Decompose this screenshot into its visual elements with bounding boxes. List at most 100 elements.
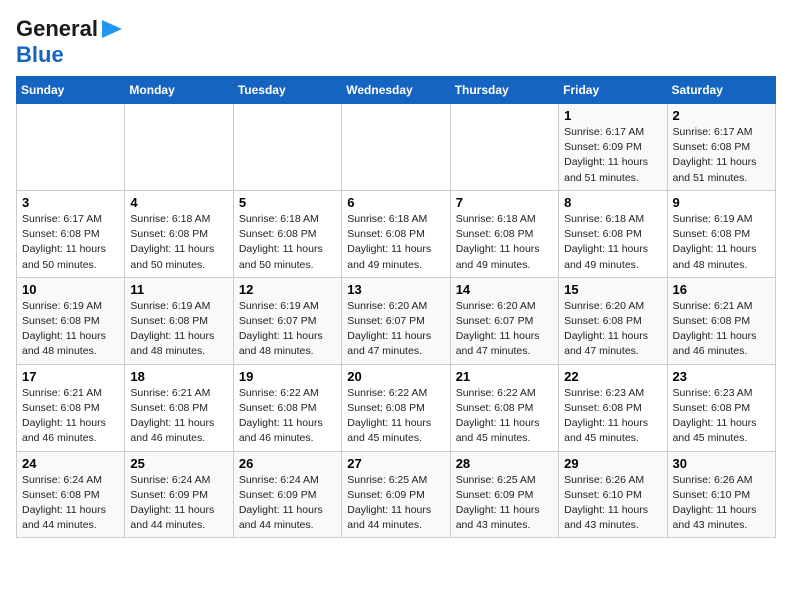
day-number: 3 (22, 195, 119, 210)
calendar-day-24: 24 Sunrise: 6:24 AMSunset: 6:08 PMDayligh… (17, 451, 125, 538)
day-number: 12 (239, 282, 336, 297)
day-number: 20 (347, 369, 444, 384)
day-number: 7 (456, 195, 553, 210)
calendar-table: SundayMondayTuesdayWednesdayThursdayFrid… (16, 76, 776, 538)
calendar-day-empty (450, 104, 558, 191)
day-info: Sunrise: 6:17 AMSunset: 6:08 PMDaylight:… (22, 212, 119, 273)
day-info: Sunrise: 6:25 AMSunset: 6:09 PMDaylight:… (456, 473, 553, 534)
day-number: 16 (673, 282, 770, 297)
day-info: Sunrise: 6:18 AMSunset: 6:08 PMDaylight:… (130, 212, 227, 273)
day-info: Sunrise: 6:17 AMSunset: 6:08 PMDaylight:… (673, 125, 770, 186)
weekday-header-tuesday: Tuesday (233, 77, 341, 104)
calendar-week-row: 17 Sunrise: 6:21 AMSunset: 6:08 PMDayligh… (17, 364, 776, 451)
calendar-day-empty (17, 104, 125, 191)
logo-blue: Blue (16, 42, 64, 67)
calendar-day-21: 21 Sunrise: 6:22 AMSunset: 6:08 PMDayligh… (450, 364, 558, 451)
calendar-day-19: 19Sunrise: 6:22 AMSunset: 6:08 PMDayligh… (233, 364, 341, 451)
day-number: 1 (564, 108, 661, 123)
calendar-day-28: 28 Sunrise: 6:25 AMSunset: 6:09 PMDayligh… (450, 451, 558, 538)
day-number: 8 (564, 195, 661, 210)
day-number: 22 (564, 369, 661, 384)
day-info: Sunrise: 6:21 AMSunset: 6:08 PMDaylight:… (22, 386, 119, 447)
weekday-header-row: SundayMondayTuesdayWednesdayThursdayFrid… (17, 77, 776, 104)
day-info: Sunrise: 6:22 AMSunset: 6:08 PMDaylight:… (347, 386, 444, 447)
calendar-week-row: 3 Sunrise: 6:17 AMSunset: 6:08 PMDaylight… (17, 190, 776, 277)
day-number: 19 (239, 369, 336, 384)
calendar-day-20: 20 Sunrise: 6:22 AMSunset: 6:08 PMDayligh… (342, 364, 450, 451)
day-info: Sunrise: 6:19 AMSunset: 6:08 PMDaylight:… (673, 212, 770, 273)
day-number: 29 (564, 456, 661, 471)
calendar-day-10: 10 Sunrise: 6:19 AMSunset: 6:08 PMDayligh… (17, 277, 125, 364)
day-info: Sunrise: 6:18 AMSunset: 6:08 PMDaylight:… (564, 212, 661, 273)
calendar-day-4: 4Sunrise: 6:18 AMSunset: 6:08 PMDaylight… (125, 190, 233, 277)
calendar-day-23: 23 Sunrise: 6:23 AMSunset: 6:08 PMDayligh… (667, 364, 775, 451)
day-info: Sunrise: 6:19 AMSunset: 6:07 PMDaylight:… (239, 299, 336, 360)
day-info: Sunrise: 6:24 AMSunset: 6:08 PMDaylight:… (22, 473, 119, 534)
day-info: Sunrise: 6:18 AMSunset: 6:08 PMDaylight:… (239, 212, 336, 273)
day-number: 13 (347, 282, 444, 297)
day-number: 21 (456, 369, 553, 384)
day-info: Sunrise: 6:18 AMSunset: 6:08 PMDaylight:… (347, 212, 444, 273)
day-number: 2 (673, 108, 770, 123)
calendar-day-11: 11Sunrise: 6:19 AMSunset: 6:08 PMDayligh… (125, 277, 233, 364)
day-info: Sunrise: 6:20 AMSunset: 6:07 PMDaylight:… (456, 299, 553, 360)
calendar-day-30: 30 Sunrise: 6:26 AMSunset: 6:10 PMDayligh… (667, 451, 775, 538)
day-info: Sunrise: 6:19 AMSunset: 6:08 PMDaylight:… (22, 299, 119, 360)
weekday-header-saturday: Saturday (667, 77, 775, 104)
day-number: 9 (673, 195, 770, 210)
day-number: 24 (22, 456, 119, 471)
day-number: 10 (22, 282, 119, 297)
weekday-header-sunday: Sunday (17, 77, 125, 104)
logo-arrow-icon (98, 18, 126, 40)
day-number: 11 (130, 282, 227, 297)
weekday-header-friday: Friday (559, 77, 667, 104)
day-info: Sunrise: 6:17 AMSunset: 6:09 PMDaylight:… (564, 125, 661, 186)
calendar-day-5: 5Sunrise: 6:18 AMSunset: 6:08 PMDaylight… (233, 190, 341, 277)
calendar-day-7: 7 Sunrise: 6:18 AMSunset: 6:08 PMDaylight… (450, 190, 558, 277)
day-number: 27 (347, 456, 444, 471)
calendar-day-8: 8 Sunrise: 6:18 AMSunset: 6:08 PMDaylight… (559, 190, 667, 277)
day-number: 23 (673, 369, 770, 384)
day-number: 18 (130, 369, 227, 384)
day-number: 6 (347, 195, 444, 210)
day-info: Sunrise: 6:25 AMSunset: 6:09 PMDaylight:… (347, 473, 444, 534)
calendar-day-empty (233, 104, 341, 191)
calendar-day-6: 6 Sunrise: 6:18 AMSunset: 6:08 PMDaylight… (342, 190, 450, 277)
calendar-day-1: 1 Sunrise: 6:17 AMSunset: 6:09 PMDaylight… (559, 104, 667, 191)
day-number: 14 (456, 282, 553, 297)
weekday-header-monday: Monday (125, 77, 233, 104)
calendar-day-empty (125, 104, 233, 191)
calendar-day-13: 13Sunrise: 6:20 AMSunset: 6:07 PMDayligh… (342, 277, 450, 364)
day-info: Sunrise: 6:22 AMSunset: 6:08 PMDaylight:… (456, 386, 553, 447)
day-info: Sunrise: 6:20 AMSunset: 6:08 PMDaylight:… (564, 299, 661, 360)
calendar-day-12: 12 Sunrise: 6:19 AMSunset: 6:07 PMDayligh… (233, 277, 341, 364)
day-number: 30 (673, 456, 770, 471)
day-info: Sunrise: 6:26 AMSunset: 6:10 PMDaylight:… (564, 473, 661, 534)
day-info: Sunrise: 6:23 AMSunset: 6:08 PMDaylight:… (673, 386, 770, 447)
calendar-day-15: 15 Sunrise: 6:20 AMSunset: 6:08 PMDayligh… (559, 277, 667, 364)
logo-general: General (16, 16, 98, 42)
day-info: Sunrise: 6:24 AMSunset: 6:09 PMDaylight:… (239, 473, 336, 534)
calendar-day-17: 17 Sunrise: 6:21 AMSunset: 6:08 PMDayligh… (17, 364, 125, 451)
page-header: General Blue (16, 16, 776, 68)
calendar-day-9: 9 Sunrise: 6:19 AMSunset: 6:08 PMDaylight… (667, 190, 775, 277)
day-number: 17 (22, 369, 119, 384)
logo: General Blue (16, 16, 126, 68)
weekday-header-thursday: Thursday (450, 77, 558, 104)
day-info: Sunrise: 6:26 AMSunset: 6:10 PMDaylight:… (673, 473, 770, 534)
day-number: 26 (239, 456, 336, 471)
day-info: Sunrise: 6:21 AMSunset: 6:08 PMDaylight:… (673, 299, 770, 360)
day-info: Sunrise: 6:18 AMSunset: 6:08 PMDaylight:… (456, 212, 553, 273)
calendar-day-empty (342, 104, 450, 191)
day-info: Sunrise: 6:21 AMSunset: 6:08 PMDaylight:… (130, 386, 227, 447)
day-info: Sunrise: 6:24 AMSunset: 6:09 PMDaylight:… (130, 473, 227, 534)
calendar-day-3: 3 Sunrise: 6:17 AMSunset: 6:08 PMDaylight… (17, 190, 125, 277)
calendar-day-18: 18 Sunrise: 6:21 AMSunset: 6:08 PMDayligh… (125, 364, 233, 451)
calendar-week-row: 10 Sunrise: 6:19 AMSunset: 6:08 PMDayligh… (17, 277, 776, 364)
calendar-day-26: 26 Sunrise: 6:24 AMSunset: 6:09 PMDayligh… (233, 451, 341, 538)
calendar-day-16: 16 Sunrise: 6:21 AMSunset: 6:08 PMDayligh… (667, 277, 775, 364)
calendar-week-row: 24 Sunrise: 6:24 AMSunset: 6:08 PMDayligh… (17, 451, 776, 538)
day-number: 15 (564, 282, 661, 297)
day-number: 28 (456, 456, 553, 471)
weekday-header-wednesday: Wednesday (342, 77, 450, 104)
